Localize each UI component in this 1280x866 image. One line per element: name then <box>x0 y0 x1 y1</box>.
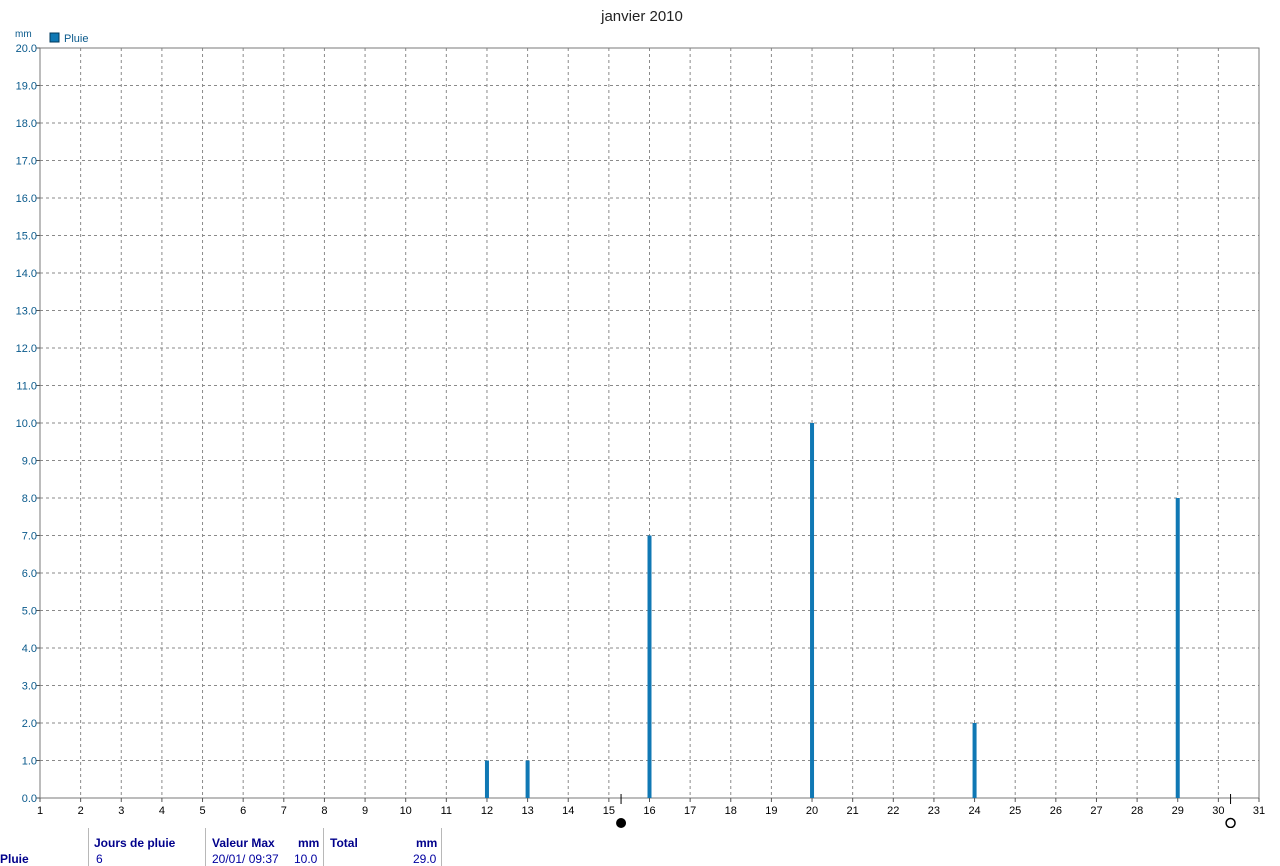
y-tick-label: 13.0 <box>16 306 37 318</box>
y-tick-label: 1.0 <box>22 756 37 768</box>
x-tick-label: 18 <box>725 805 737 817</box>
bar-day-24 <box>972 723 977 798</box>
y-tick-label: 8.0 <box>22 493 37 505</box>
stats-header-total-unit: mm <box>416 836 438 850</box>
x-tick-label: 2 <box>78 805 84 817</box>
y-tick-label: 12.0 <box>16 343 37 355</box>
x-tick-label: 3 <box>118 805 124 817</box>
x-tick-label: 30 <box>1212 805 1224 817</box>
chart-title: janvier 2010 <box>600 8 683 25</box>
x-tick-label: 28 <box>1131 805 1143 817</box>
stats-separator <box>205 828 206 866</box>
x-tick-label: 21 <box>847 805 859 817</box>
y-tick-label: 15.0 <box>16 231 37 243</box>
y-tick-label: 17.0 <box>16 156 37 168</box>
bar-day-16 <box>647 535 652 798</box>
y-tick-label: 2.0 <box>22 718 37 730</box>
x-tick-label: 27 <box>1090 805 1102 817</box>
bar-day-12 <box>484 760 489 798</box>
x-tick-label: 5 <box>199 805 205 817</box>
stats-separator <box>88 828 89 866</box>
x-tick-label: 24 <box>968 805 980 817</box>
full-moon-icon <box>616 818 627 828</box>
bar-day-29 <box>1175 498 1180 798</box>
legend-label: Pluie <box>64 33 88 45</box>
stats-header-total: Total <box>330 836 358 850</box>
x-tick-label: 4 <box>159 805 165 817</box>
x-tick-label: 14 <box>562 805 574 817</box>
x-tick-label: 1 <box>37 805 43 817</box>
x-tick-label: 15 <box>603 805 615 817</box>
y-tick-label: 16.0 <box>16 193 37 205</box>
x-tick-label: 8 <box>321 805 327 817</box>
y-tick-label: 9.0 <box>22 456 37 468</box>
x-tick-label: 17 <box>684 805 696 817</box>
bar-day-20 <box>810 423 815 798</box>
bar-day-13 <box>525 760 530 798</box>
stats-row-label: Pluie <box>0 852 29 866</box>
stats-total-value: 29.0 <box>413 852 437 866</box>
y-axis: 0.0 1.0 2.0 3.0 4.0 5.0 6.0 7.0 8.0 9.0 10.0 11.0 12… <box>16 43 40 805</box>
x-tick-label: 20 <box>806 805 818 817</box>
x-tick-label: 23 <box>928 805 940 817</box>
x-tick-label: 25 <box>1009 805 1021 817</box>
stats-table: Jours de pluie Valeur Max mm Total mm Pl… <box>0 828 1280 866</box>
x-tick-label: 12 <box>481 805 493 817</box>
rain-chart: janvier 2010 mm Pluie 0.0 1.0 2.0 3.0 4.0 5.0… <box>15 8 1265 828</box>
y-axis-unit: mm <box>15 29 32 40</box>
y-tick-label: 20.0 <box>16 43 37 55</box>
y-tick-label: 6.0 <box>22 568 37 580</box>
stats-separator <box>323 828 324 866</box>
y-tick-label: 3.0 <box>22 681 37 693</box>
x-tick-label: 11 <box>441 805 452 817</box>
x-tick-label: 26 <box>1050 805 1062 817</box>
x-tick-label: 22 <box>887 805 899 817</box>
x-tick-label: 9 <box>362 805 368 817</box>
y-tick-label: 11.0 <box>16 381 37 393</box>
y-tick-label: 0.0 <box>22 793 37 805</box>
y-tick-label: 4.0 <box>22 643 37 655</box>
stats-max-date: 20/01/ 09:37 <box>212 852 279 866</box>
new-moon-icon <box>1225 817 1236 828</box>
legend-swatch <box>49 32 60 43</box>
y-tick-label: 10.0 <box>16 418 37 430</box>
x-tick-label: 19 <box>765 805 777 817</box>
x-tick-label: 31 <box>1253 805 1265 817</box>
y-tick-label: 14.0 <box>16 268 37 280</box>
x-tick-label: 7 <box>281 805 287 817</box>
stats-separator <box>441 828 442 866</box>
x-tick-label: 16 <box>643 805 655 817</box>
x-tick-label: 6 <box>240 805 246 817</box>
stats-header-days: Jours de pluie <box>94 836 176 850</box>
x-tick-label: 29 <box>1172 805 1184 817</box>
stats-days-value: 6 <box>96 852 103 866</box>
y-tick-label: 7.0 <box>22 531 37 543</box>
x-tick-label: 10 <box>400 805 412 817</box>
y-tick-label: 19.0 <box>16 81 37 93</box>
x-axis: 1 2 3 4 5 6 7 8 9 10 11 12 13 14 15 16 17 18 19 20 21 22 23 24 2… <box>37 798 1265 817</box>
stats-header-max: Valeur Max <box>212 836 275 850</box>
y-tick-label: 5.0 <box>22 606 37 618</box>
x-tick-label: 13 <box>521 805 533 817</box>
stats-max-value: 10.0 <box>294 852 318 866</box>
y-tick-label: 18.0 <box>16 118 37 130</box>
stats-header-max-unit: mm <box>298 836 320 850</box>
